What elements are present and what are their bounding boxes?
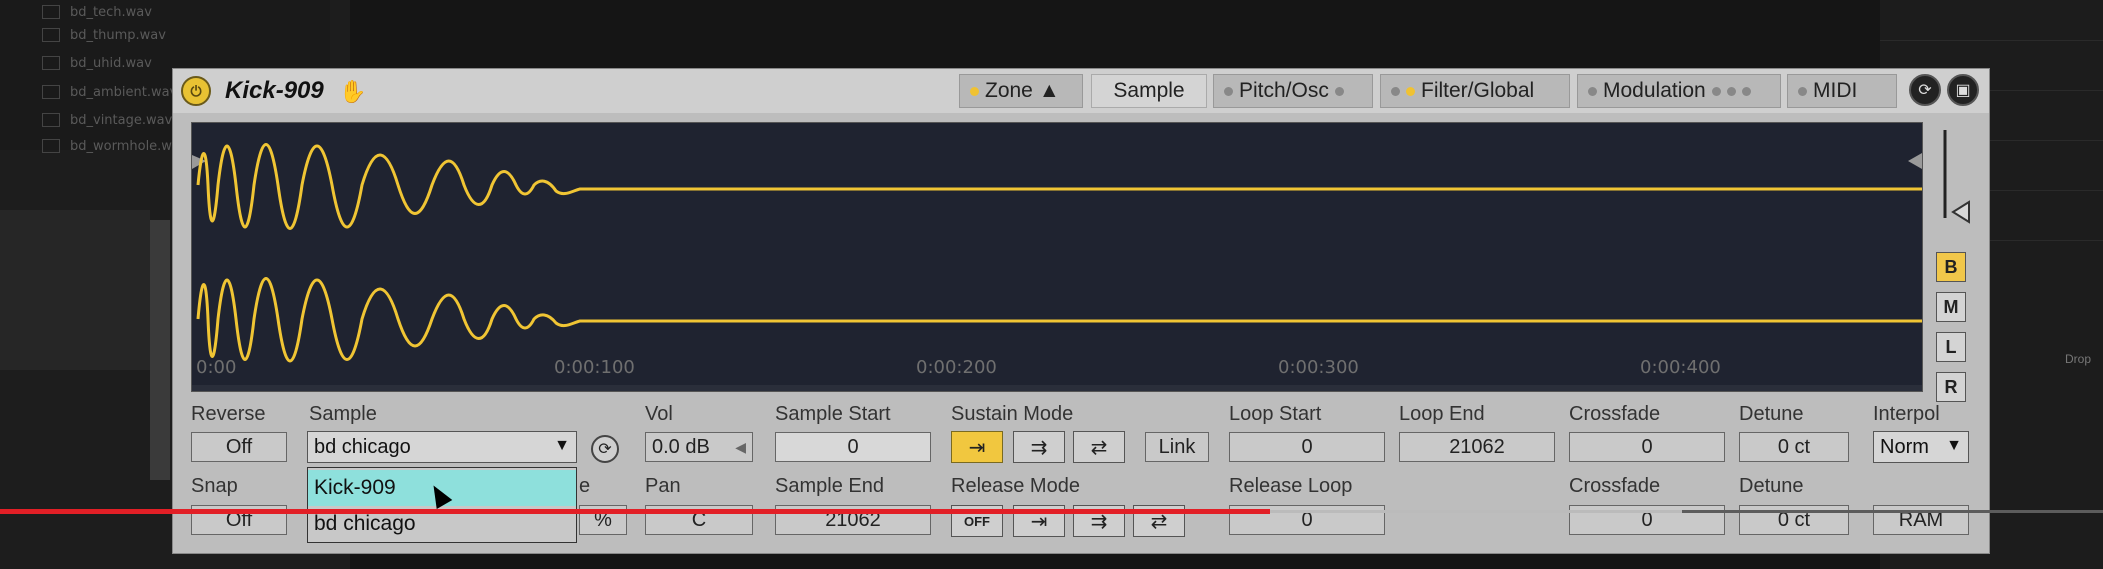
slider-arrow-icon: ◀ [735, 438, 746, 455]
background-panel [0, 210, 150, 370]
sample-select[interactable]: bd chicago ▼ [307, 431, 577, 463]
release-mode-label: Release Mode [951, 475, 1080, 497]
simpler-device: ⏻ Kick-909 ✋ Zone ▲ Sample Pitch/Osc Filt… [172, 68, 1990, 554]
sample-end-label: Sample End [775, 475, 884, 497]
vol-field[interactable]: 0.0 dB ◀ [645, 432, 753, 462]
loop-forward-icon: ⇉ [1030, 436, 1048, 459]
status-dot-icon [1798, 86, 1807, 96]
audio-file-icon [42, 5, 60, 19]
hidden-label-suffix: e [579, 475, 591, 497]
hand-icon: ✋ [339, 79, 367, 104]
video-progress-buffered[interactable] [1270, 510, 1682, 513]
detune-label: Detune [1739, 403, 1804, 425]
arrow-to-bar-icon: ⇥ [968, 436, 986, 459]
tab-zone[interactable]: Zone ▲ [959, 74, 1083, 108]
waveform-channel-left [196, 143, 1922, 230]
video-progress-remaining[interactable] [1682, 510, 2103, 513]
device-titlebar: ⏻ Kick-909 ✋ Zone ▲ Sample Pitch/Osc Filt… [173, 69, 1989, 113]
pan-label: Pan [645, 475, 681, 497]
release-loop-label: Release Loop [1229, 475, 1353, 497]
time-label: 0:00:200 [916, 357, 997, 378]
time-label: 0:00:400 [1640, 357, 1721, 378]
tab-modulation[interactable]: Modulation [1577, 74, 1781, 108]
loop-start-label: Loop Start [1229, 403, 1322, 425]
sustain-mode-backforth-button[interactable]: ⇄ [1073, 431, 1125, 463]
status-dot-icon [1334, 86, 1344, 96]
crossfade-label: Crossfade [1569, 403, 1661, 425]
status-dot-icon [970, 86, 979, 96]
browser-file-item[interactable]: bd_thump.wav [42, 23, 202, 47]
display-left-button[interactable]: L [1936, 332, 1966, 362]
sample-label: Sample [309, 403, 377, 425]
interpol-label: Interpol [1873, 403, 1940, 425]
status-dot-icon [1391, 86, 1400, 96]
reverse-label: Reverse [191, 403, 266, 425]
time-label: 0:00 [196, 357, 237, 378]
display-mono-button[interactable]: M [1936, 292, 1966, 322]
zoom-slider[interactable] [1929, 122, 1975, 232]
loop-backforth-icon: ⇄ [1090, 436, 1108, 459]
dropdown-arrow-icon: ▼ [1946, 437, 1962, 454]
device-power-button[interactable]: ⏻ [181, 76, 211, 106]
crossfade2-label: Crossfade [1569, 475, 1661, 497]
status-dot-icon [1224, 86, 1233, 96]
audio-file-icon [42, 56, 60, 70]
loop-end-field[interactable]: 21062 [1399, 432, 1555, 462]
sample-start-field[interactable]: 0 [775, 432, 931, 462]
video-progress-played[interactable] [0, 509, 1270, 514]
save-preset-icon[interactable]: ▣ [1947, 74, 1979, 106]
detune-field[interactable]: 0 ct [1739, 432, 1849, 462]
link-button[interactable]: Link [1145, 432, 1209, 462]
hot-swap-icon[interactable]: ⟳ [1909, 74, 1941, 106]
end-marker-icon [1908, 153, 1922, 169]
waveform-channel-right [196, 277, 1922, 363]
browser-file-item[interactable]: bd_tech.wav [42, 0, 202, 24]
tab-pitch-osc[interactable]: Pitch/Osc [1213, 74, 1373, 108]
tab-midi[interactable]: MIDI [1787, 74, 1897, 108]
loop-end-label: Loop End [1399, 403, 1485, 425]
background-scroll-area [150, 220, 170, 480]
audio-file-icon [42, 28, 60, 42]
tab-sample[interactable]: Sample [1091, 74, 1207, 108]
dropdown-arrow-icon: ▼ [554, 437, 570, 454]
sample-start-label: Sample Start [775, 403, 891, 425]
triangle-up-icon: ▲ [1038, 79, 1060, 102]
time-label: 0:00:300 [1278, 357, 1359, 378]
status-dot-icon [1588, 86, 1597, 96]
waveform-display[interactable]: 0:00 0:00:100 0:00:200 0:00:300 0:00:400 [191, 122, 1923, 392]
audio-file-icon [42, 85, 60, 99]
audio-file-icon [42, 139, 60, 153]
waveform-svg [192, 143, 1922, 363]
reverse-toggle[interactable]: Off [191, 432, 287, 462]
vol-label: Vol [645, 403, 673, 425]
tab-filter-global[interactable]: Filter/Global [1380, 74, 1570, 108]
snap-label: Snap [191, 475, 238, 497]
status-dot-icon [1406, 86, 1415, 96]
device-title: Kick-909 [225, 77, 324, 104]
sustain-mode-label: Sustain Mode [951, 403, 1074, 425]
display-both-button[interactable]: B [1936, 252, 1966, 282]
right-edge-text: Drop [2065, 352, 2092, 366]
hot-swap-sample-icon[interactable]: ⟳ [591, 435, 619, 463]
display-right-button[interactable]: R [1936, 372, 1966, 402]
loop-start-field[interactable]: 0 [1229, 432, 1385, 462]
sustain-mode-forward-button[interactable]: ⇉ [1013, 431, 1065, 463]
time-ruler[interactable] [192, 385, 1922, 391]
sustain-mode-oneshot-button[interactable]: ⇥ [951, 431, 1003, 463]
time-label: 0:00:100 [554, 357, 635, 378]
audio-file-icon [42, 113, 60, 127]
detune2-label: Detune [1739, 475, 1804, 497]
crossfade-field[interactable]: 0 [1569, 432, 1725, 462]
interpol-select[interactable]: Norm ▼ [1873, 431, 1969, 463]
